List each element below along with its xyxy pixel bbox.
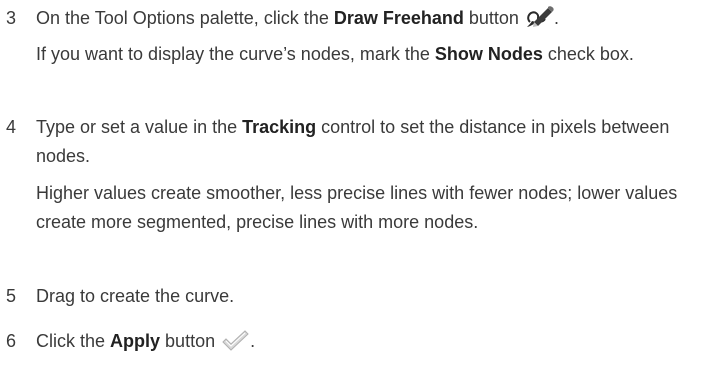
ui-term-draw-freehand: Draw Freehand: [333, 8, 464, 28]
step-number: 4: [6, 117, 17, 137]
step-text: Drag to create the curve.: [36, 286, 235, 306]
ui-term-tracking: Tracking: [242, 117, 317, 137]
step-text: On the Tool Options palette, click the D…: [36, 4, 706, 39]
step-text: Type or set a value in the Tracking cont…: [36, 117, 670, 166]
step-number: 6: [6, 331, 17, 351]
apply-checkmark-icon: [220, 329, 250, 362]
step-number: 3: [6, 8, 17, 28]
step-3-note: If you want to display the curve’s nodes…: [36, 44, 634, 64]
draw-freehand-icon: [524, 4, 554, 39]
step-number: 5: [6, 286, 17, 306]
ui-term-apply: Apply: [110, 331, 161, 351]
step-4-note: Higher values create smoother, less prec…: [36, 183, 678, 232]
ui-term-show-nodes: Show Nodes: [434, 44, 543, 64]
step-text: Click the Apply button .: [36, 327, 706, 362]
